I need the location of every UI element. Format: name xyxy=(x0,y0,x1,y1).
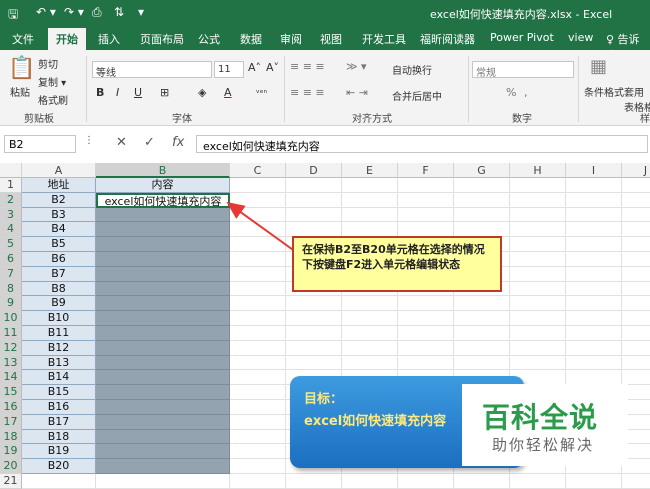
watermark: 百科全说 助你轻松解决 xyxy=(462,384,628,466)
arrow-line xyxy=(226,201,297,253)
goal-text: excel如何快速填充内容 xyxy=(304,414,447,429)
goal-heading: 目标： xyxy=(304,392,344,407)
watermark-slogan: 助你轻松解决 xyxy=(492,436,595,454)
instruction-callout: 在保持B2至B20单元格在选择的情况下按键盘F2进入单元格编辑状态 xyxy=(292,236,502,292)
watermark-brand: 百科全说 xyxy=(482,401,599,434)
